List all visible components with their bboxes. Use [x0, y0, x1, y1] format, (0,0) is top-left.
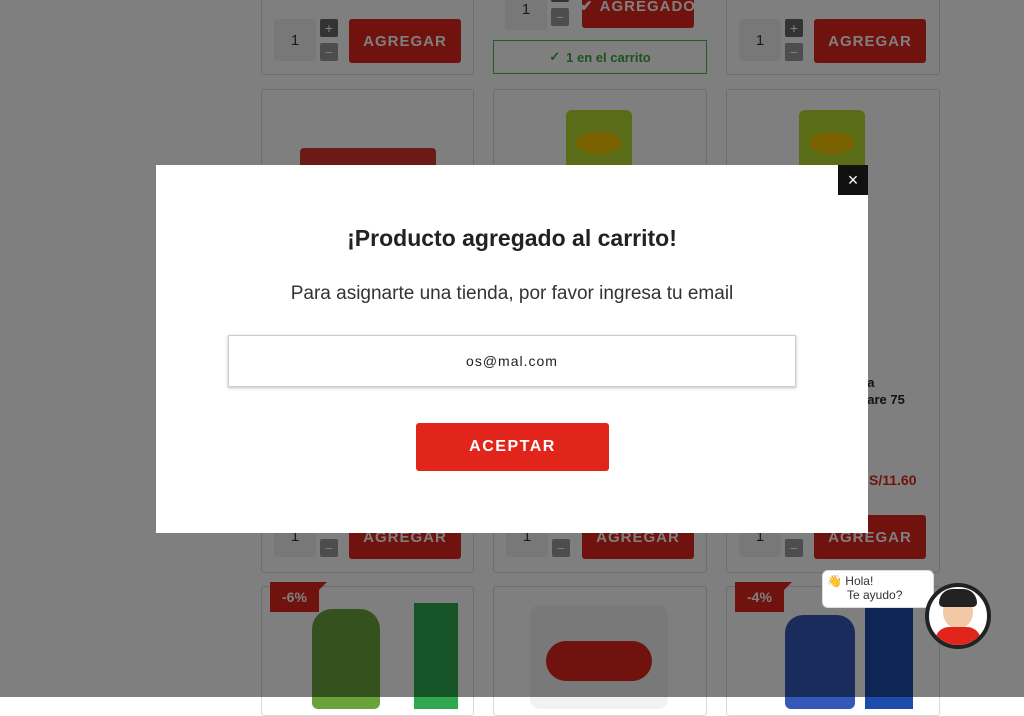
modal-title: ¡Producto agregado al carrito!: [347, 225, 677, 251]
modal-subtitle: Para asignarte una tienda, por favor ing…: [290, 283, 734, 304]
email-field[interactable]: [228, 335, 796, 387]
wave-icon: 👋: [827, 574, 842, 588]
added-to-cart-modal: ¡Producto agregado al carrito! Para asig…: [156, 165, 868, 533]
chat-prompt: Te ayudo?: [847, 588, 903, 602]
close-icon[interactable]: ×: [838, 165, 868, 195]
chat-greeting-bubble[interactable]: 👋 Hola! Te ayudo?: [822, 570, 934, 608]
chat-assistant-avatar[interactable]: [925, 583, 991, 649]
avatar-uniform: [935, 627, 981, 645]
accept-button[interactable]: ACEPTAR: [416, 423, 609, 471]
avatar-hair: [939, 589, 977, 607]
chat-greeting: Hola!: [845, 574, 874, 588]
